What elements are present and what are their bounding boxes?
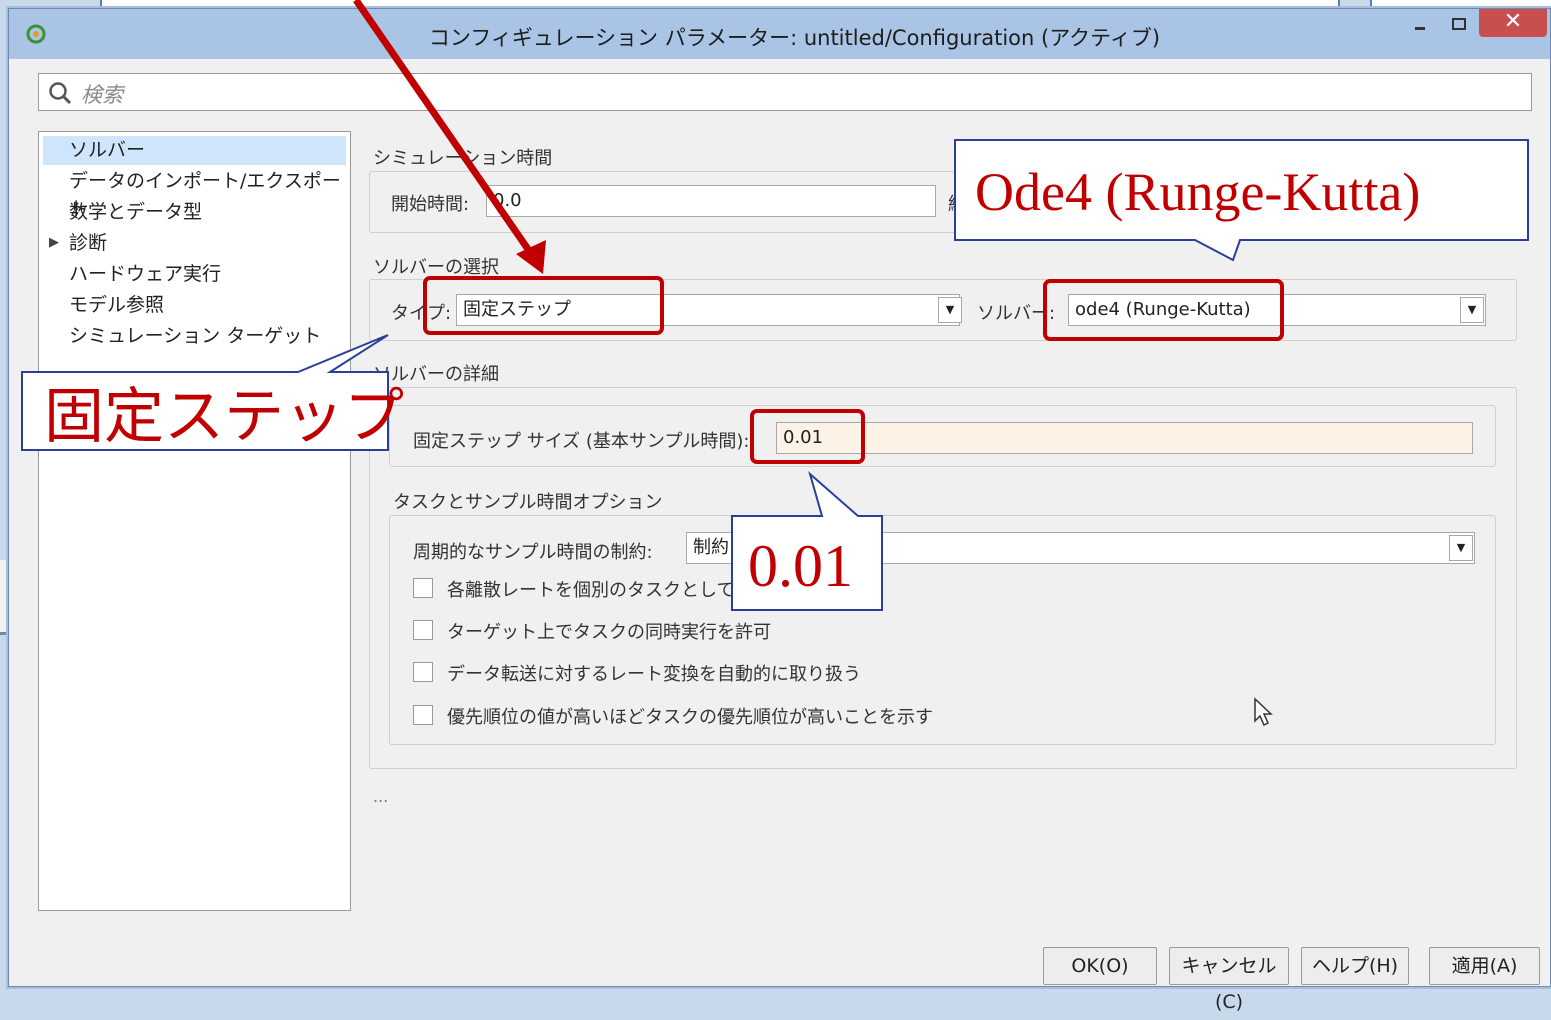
- annotation-overlay: [21, 0, 1529, 611]
- step-size-highlight-box: [750, 409, 865, 464]
- annotation-arrow: [353, 0, 535, 257]
- solver-callout-text: Ode4 (Runge-Kutta): [975, 162, 1421, 222]
- step-callout-text: 0.01: [748, 533, 853, 599]
- solver-highlight-box: [1043, 279, 1284, 341]
- type-callout-text: 固定ステップ: [44, 382, 404, 452]
- annotation-arrowhead: [516, 240, 546, 274]
- type-highlight-box: [423, 276, 664, 335]
